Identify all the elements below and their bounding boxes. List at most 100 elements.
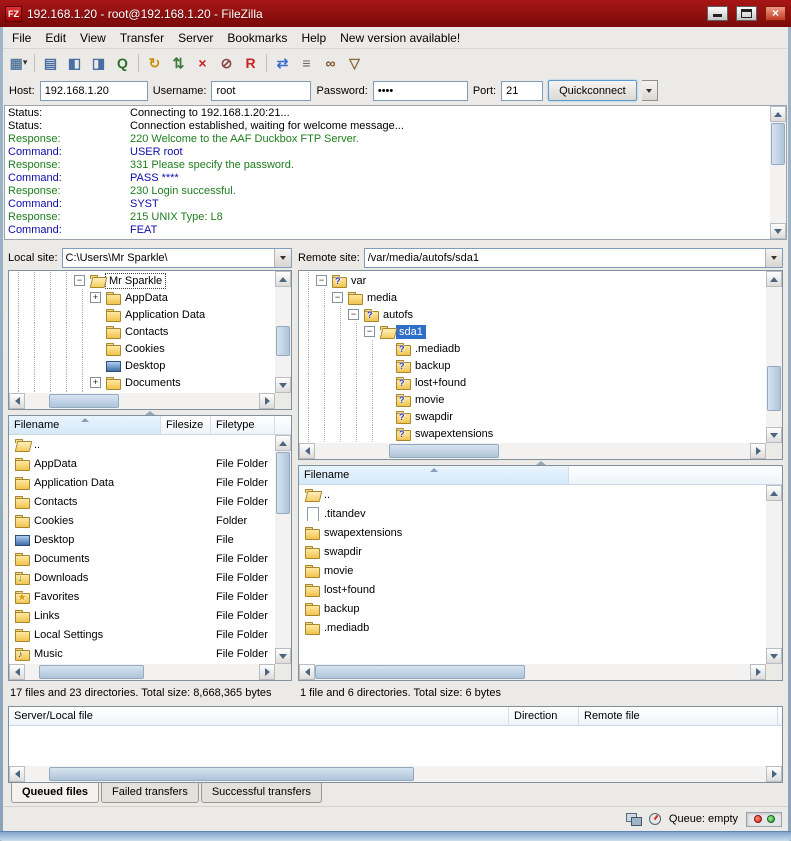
menu-help[interactable]: Help [294, 28, 333, 48]
scroll-down-button[interactable] [766, 427, 782, 443]
local-tree-item-documents[interactable]: +Documents [10, 374, 274, 391]
local-file-row[interactable]: ♪MusicFile Folder [10, 644, 274, 663]
tab-queued-files[interactable]: Queued files [11, 783, 99, 803]
menu-server[interactable]: Server [171, 28, 220, 48]
local-site-dropdown-button[interactable] [274, 249, 291, 267]
collapse-icon[interactable]: − [332, 292, 343, 303]
remote-site-combo[interactable] [364, 248, 783, 268]
local-tree-item-appdata[interactable]: +AppData [10, 289, 274, 306]
local-tree-item-downloads[interactable]: ↓Downloads [10, 391, 274, 392]
scroll-down-button[interactable] [275, 648, 291, 664]
remote-file-row[interactable]: backup [300, 599, 765, 618]
toggle-queue-button[interactable]: Q [111, 51, 134, 74]
remote-tree-item-mediadb[interactable]: ?.mediadb [300, 340, 765, 357]
remote-file-row[interactable]: movie [300, 561, 765, 580]
local-list-horizontal-scrollbar[interactable] [9, 664, 275, 680]
scroll-left-button[interactable] [9, 766, 25, 782]
menu-new-version-available[interactable]: New version available! [333, 28, 467, 48]
expand-icon[interactable]: + [90, 292, 101, 303]
remote-file-row[interactable]: .mediadb [300, 618, 765, 637]
local-tree-item-application-data[interactable]: Application Data [10, 306, 274, 323]
local-column-header-filename[interactable]: Filename [9, 416, 161, 434]
local-tree-horizontal-scrollbar[interactable] [9, 393, 275, 409]
remote-list-vertical-scrollbar[interactable] [766, 485, 782, 664]
scrollbar-thumb[interactable] [39, 665, 144, 679]
toggle-log-button[interactable]: ▤ [39, 51, 62, 74]
username-input[interactable] [211, 81, 311, 101]
minimize-button[interactable] [707, 6, 728, 21]
remote-tree-vertical-scrollbar[interactable] [766, 271, 782, 443]
collapse-icon[interactable]: − [348, 309, 359, 320]
disconnect-button[interactable]: ⊘ [215, 51, 238, 74]
local-file-row[interactable]: DocumentsFile Folder [10, 549, 274, 568]
scrollbar-thumb[interactable] [315, 665, 525, 679]
data-transfer-icon[interactable] [626, 813, 641, 825]
site-manager-button[interactable]: ▦ [7, 51, 30, 74]
remote-file-row[interactable]: swapdir [300, 542, 765, 561]
scrollbar-thumb[interactable] [49, 394, 119, 408]
scroll-right-button[interactable] [750, 664, 766, 680]
queue-column-header-server-local-file[interactable]: Server/Local file [9, 707, 509, 725]
local-file-row[interactable]: AppDataFile Folder [10, 454, 274, 473]
local-site-combo[interactable] [62, 248, 292, 268]
scroll-right-button[interactable] [259, 664, 275, 680]
tab-successful-transfers[interactable]: Successful transfers [201, 783, 322, 803]
expand-icon[interactable]: + [90, 377, 101, 388]
scroll-up-button[interactable] [766, 485, 782, 501]
queue-horizontal-scrollbar[interactable] [9, 766, 782, 782]
remote-tree-item-autofs[interactable]: −?autofs [300, 306, 765, 323]
process-queue-button[interactable]: ⇅ [167, 51, 190, 74]
scroll-right-button[interactable] [750, 443, 766, 459]
scroll-left-button[interactable] [299, 443, 315, 459]
scroll-up-button[interactable] [275, 271, 291, 287]
local-list-vertical-scrollbar[interactable] [275, 435, 291, 664]
scroll-up-button[interactable] [275, 435, 291, 451]
local-file-row[interactable]: DesktopFile [10, 530, 274, 549]
local-file-row[interactable]: ↓DownloadsFile Folder [10, 568, 274, 587]
host-input[interactable] [40, 81, 148, 101]
remote-tree-item-swapextensions[interactable]: ?swapextensions [300, 425, 765, 442]
remote-site-input[interactable] [365, 249, 765, 267]
log-splitter[interactable] [3, 240, 788, 246]
scrollbar-thumb[interactable] [771, 123, 785, 165]
scroll-right-button[interactable] [766, 766, 782, 782]
remote-tree-item-sda1[interactable]: −sda1 [300, 323, 765, 340]
scroll-left-button[interactable] [9, 393, 25, 409]
local-file-row[interactable]: ContactsFile Folder [10, 492, 274, 511]
scrollbar-thumb[interactable] [49, 767, 414, 781]
remote-file-row[interactable]: .titandev [300, 504, 765, 523]
port-input[interactable] [501, 81, 543, 101]
remote-tree-item-swapdir[interactable]: ?swapdir [300, 408, 765, 425]
local-file-row[interactable]: Local SettingsFile Folder [10, 625, 274, 644]
local-tree-vertical-scrollbar[interactable] [275, 271, 291, 393]
scrollbar-thumb[interactable] [276, 452, 290, 514]
remote-tree-horizontal-scrollbar[interactable] [299, 443, 766, 459]
refresh-button[interactable]: ↻ [143, 51, 166, 74]
local-tree-item-contacts[interactable]: Contacts [10, 323, 274, 340]
toggle-remote-tree-button[interactable]: ◨ [87, 51, 110, 74]
menu-bookmarks[interactable]: Bookmarks [220, 28, 294, 48]
remote-site-dropdown-button[interactable] [765, 249, 782, 267]
remote-tree-item-media[interactable]: −media [300, 289, 765, 306]
scrollbar-thumb[interactable] [389, 444, 499, 458]
scroll-down-button[interactable] [770, 223, 786, 239]
directory-comparison-button[interactable]: ≡ [295, 51, 318, 74]
remote-list-horizontal-scrollbar[interactable] [299, 664, 766, 680]
remote-column-header-filename[interactable]: Filename [299, 466, 569, 484]
log-vertical-scrollbar[interactable] [770, 106, 786, 239]
scroll-left-button[interactable] [9, 664, 25, 680]
remote-file-row[interactable]: lost+found [300, 580, 765, 599]
menu-view[interactable]: View [73, 28, 113, 48]
remote-tree-item-backup[interactable]: ?backup [300, 357, 765, 374]
local-tree-item-cookies[interactable]: Cookies [10, 340, 274, 357]
local-file-row[interactable]: ★FavoritesFile Folder [10, 587, 274, 606]
remote-tree-item-lost-found[interactable]: ?lost+found [300, 374, 765, 391]
menu-file[interactable]: File [5, 28, 38, 48]
find-files-button[interactable]: ∞ [319, 51, 342, 74]
filter-button[interactable]: ▽ [343, 51, 366, 74]
menu-edit[interactable]: Edit [38, 28, 73, 48]
scroll-left-button[interactable] [299, 664, 315, 680]
remote-file-row[interactable]: .. [300, 485, 765, 504]
quickconnect-dropdown-button[interactable] [642, 80, 658, 101]
local-tree-item-desktop[interactable]: Desktop [10, 357, 274, 374]
